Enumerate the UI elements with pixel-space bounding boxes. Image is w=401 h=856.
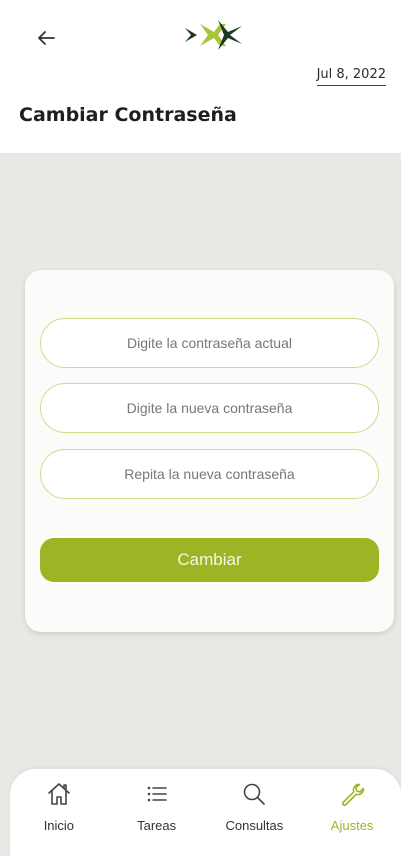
wrench-icon (338, 780, 366, 808)
bottom-navigation: Inicio Tareas Consultas Ajustes (10, 769, 401, 856)
back-button[interactable] (34, 26, 58, 50)
search-icon (240, 780, 268, 808)
change-password-button[interactable]: Cambiar (40, 538, 379, 582)
change-password-card: Cambiar (25, 270, 394, 632)
date-label: Jul 8, 2022 (316, 67, 386, 86)
change-password-screen: Jul 8, 2022 Cambiar Contraseña Cambiar I… (0, 0, 401, 856)
home-icon (45, 780, 73, 808)
current-password-input[interactable] (40, 318, 379, 368)
nav-item-ajustes[interactable]: Ajustes (312, 780, 392, 833)
nav-item-tareas[interactable]: Tareas (117, 780, 197, 833)
nav-label-ajustes: Ajustes (330, 818, 374, 833)
new-password-input[interactable] (40, 383, 379, 433)
brand-logo (185, 20, 242, 50)
nav-label-inicio: Inicio (43, 818, 75, 833)
list-icon (143, 780, 171, 808)
nav-label-consultas: Consultas (225, 818, 284, 833)
repeat-password-input[interactable] (40, 449, 379, 499)
app-header: Jul 8, 2022 Cambiar Contraseña (0, 0, 401, 154)
arrow-left-icon (38, 31, 55, 45)
page-title: Cambiar Contraseña (19, 104, 237, 126)
nav-label-tareas: Tareas (137, 818, 177, 833)
nav-item-consultas[interactable]: Consultas (214, 780, 294, 833)
nav-item-inicio[interactable]: Inicio (19, 780, 99, 833)
